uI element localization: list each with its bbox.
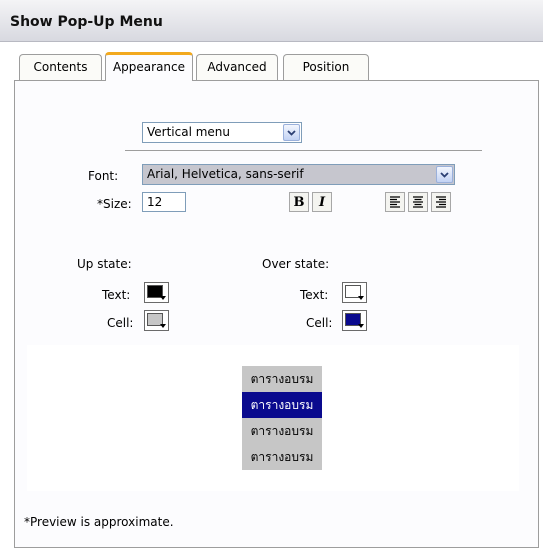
italic-button[interactable]: I	[312, 192, 332, 212]
size-input[interactable]: 12	[142, 192, 186, 212]
chevron-down-icon[interactable]	[283, 124, 300, 141]
dropdown-arrow-icon	[160, 296, 166, 300]
menu-type-value: Vertical menu	[147, 125, 231, 139]
align-center-icon[interactable]	[408, 192, 428, 212]
preview-menu-item: ตารางอบรม	[242, 444, 322, 470]
tab-position[interactable]: Position	[283, 54, 369, 80]
dropdown-arrow-icon	[358, 324, 364, 328]
title-bar: Show Pop-Up Menu	[0, 0, 543, 42]
font-label: Font:	[88, 169, 119, 183]
dropdown-arrow-icon	[160, 324, 166, 328]
size-label: *Size:	[97, 197, 132, 211]
over-cell-color-picker[interactable]	[342, 310, 367, 331]
appearance-panel: Vertical menu Font: Arial, Helvetica, sa…	[14, 80, 539, 548]
preview-menu: ตารางอบรม ตารางอบรม ตารางอบรม ตารางอบรม	[242, 366, 322, 470]
bold-button[interactable]: B	[289, 192, 309, 212]
preview-menu-item: ตารางอบรม	[242, 418, 322, 444]
dropdown-arrow-icon	[358, 296, 364, 300]
up-cell-label: Cell:	[107, 316, 134, 330]
tab-contents[interactable]: Contents	[19, 54, 102, 80]
preview-note: *Preview is approximate.	[24, 515, 174, 529]
align-left-icon[interactable]	[385, 192, 405, 212]
up-cell-color-picker[interactable]	[144, 310, 169, 331]
up-state-label: Up state:	[77, 257, 132, 271]
over-state-label: Over state:	[262, 257, 330, 271]
over-cell-label: Cell:	[306, 316, 333, 330]
tab-advanced[interactable]: Advanced	[196, 54, 278, 80]
font-value: Arial, Helvetica, sans-serif	[147, 167, 304, 181]
over-text-color-picker[interactable]	[342, 282, 367, 303]
up-text-label: Text:	[102, 288, 131, 302]
align-right-icon[interactable]	[431, 192, 451, 212]
menu-type-select[interactable]: Vertical menu	[142, 122, 302, 143]
over-text-label: Text:	[300, 288, 329, 302]
up-text-color-picker[interactable]	[144, 282, 169, 303]
menu-preview: ตารางอบรม ตารางอบรม ตารางอบรม ตารางอบรม	[27, 345, 519, 491]
dialog-body: Contents Appearance Advanced Position Ve…	[0, 42, 543, 551]
divider	[125, 150, 482, 151]
preview-menu-item: ตารางอบรม	[242, 366, 322, 392]
window-title: Show Pop-Up Menu	[10, 14, 163, 30]
tab-appearance[interactable]: Appearance	[105, 52, 193, 81]
chevron-down-icon[interactable]	[436, 166, 453, 183]
preview-menu-item-hover: ตารางอบรม	[242, 392, 322, 418]
font-select[interactable]: Arial, Helvetica, sans-serif	[142, 164, 455, 185]
